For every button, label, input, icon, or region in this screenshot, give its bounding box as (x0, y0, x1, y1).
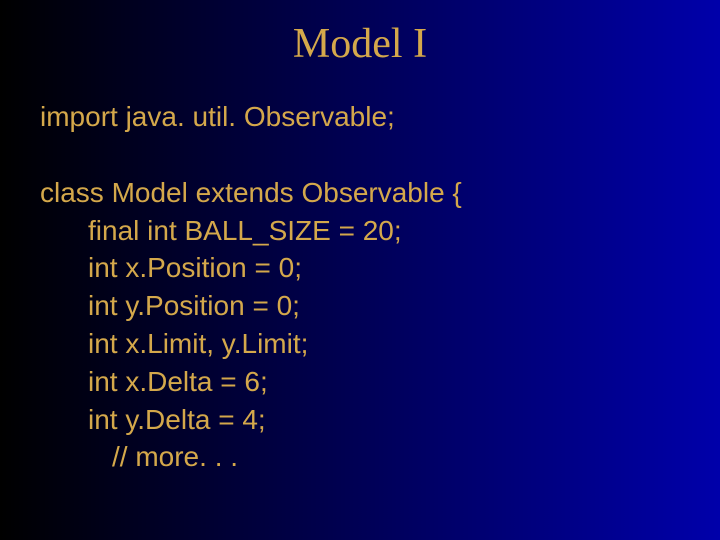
code-import: import java. util. Observable; (40, 98, 680, 136)
code-field-yposition: int y.Position = 0; (40, 287, 680, 325)
slide-title: Model I (0, 0, 720, 98)
code-comment-more: // more. . . (40, 438, 680, 476)
code-field-xdelta: int x.Delta = 6; (40, 363, 680, 401)
code-field-ballsize: final int BALL_SIZE = 20; (40, 212, 680, 250)
slide-content: import java. util. Observable; class Mod… (0, 98, 720, 476)
code-field-xposition: int x.Position = 0; (40, 249, 680, 287)
code-field-limits: int x.Limit, y.Limit; (40, 325, 680, 363)
blank-line (40, 136, 680, 174)
code-field-ydelta: int y.Delta = 4; (40, 401, 680, 439)
code-class-declaration: class Model extends Observable { (40, 174, 680, 212)
